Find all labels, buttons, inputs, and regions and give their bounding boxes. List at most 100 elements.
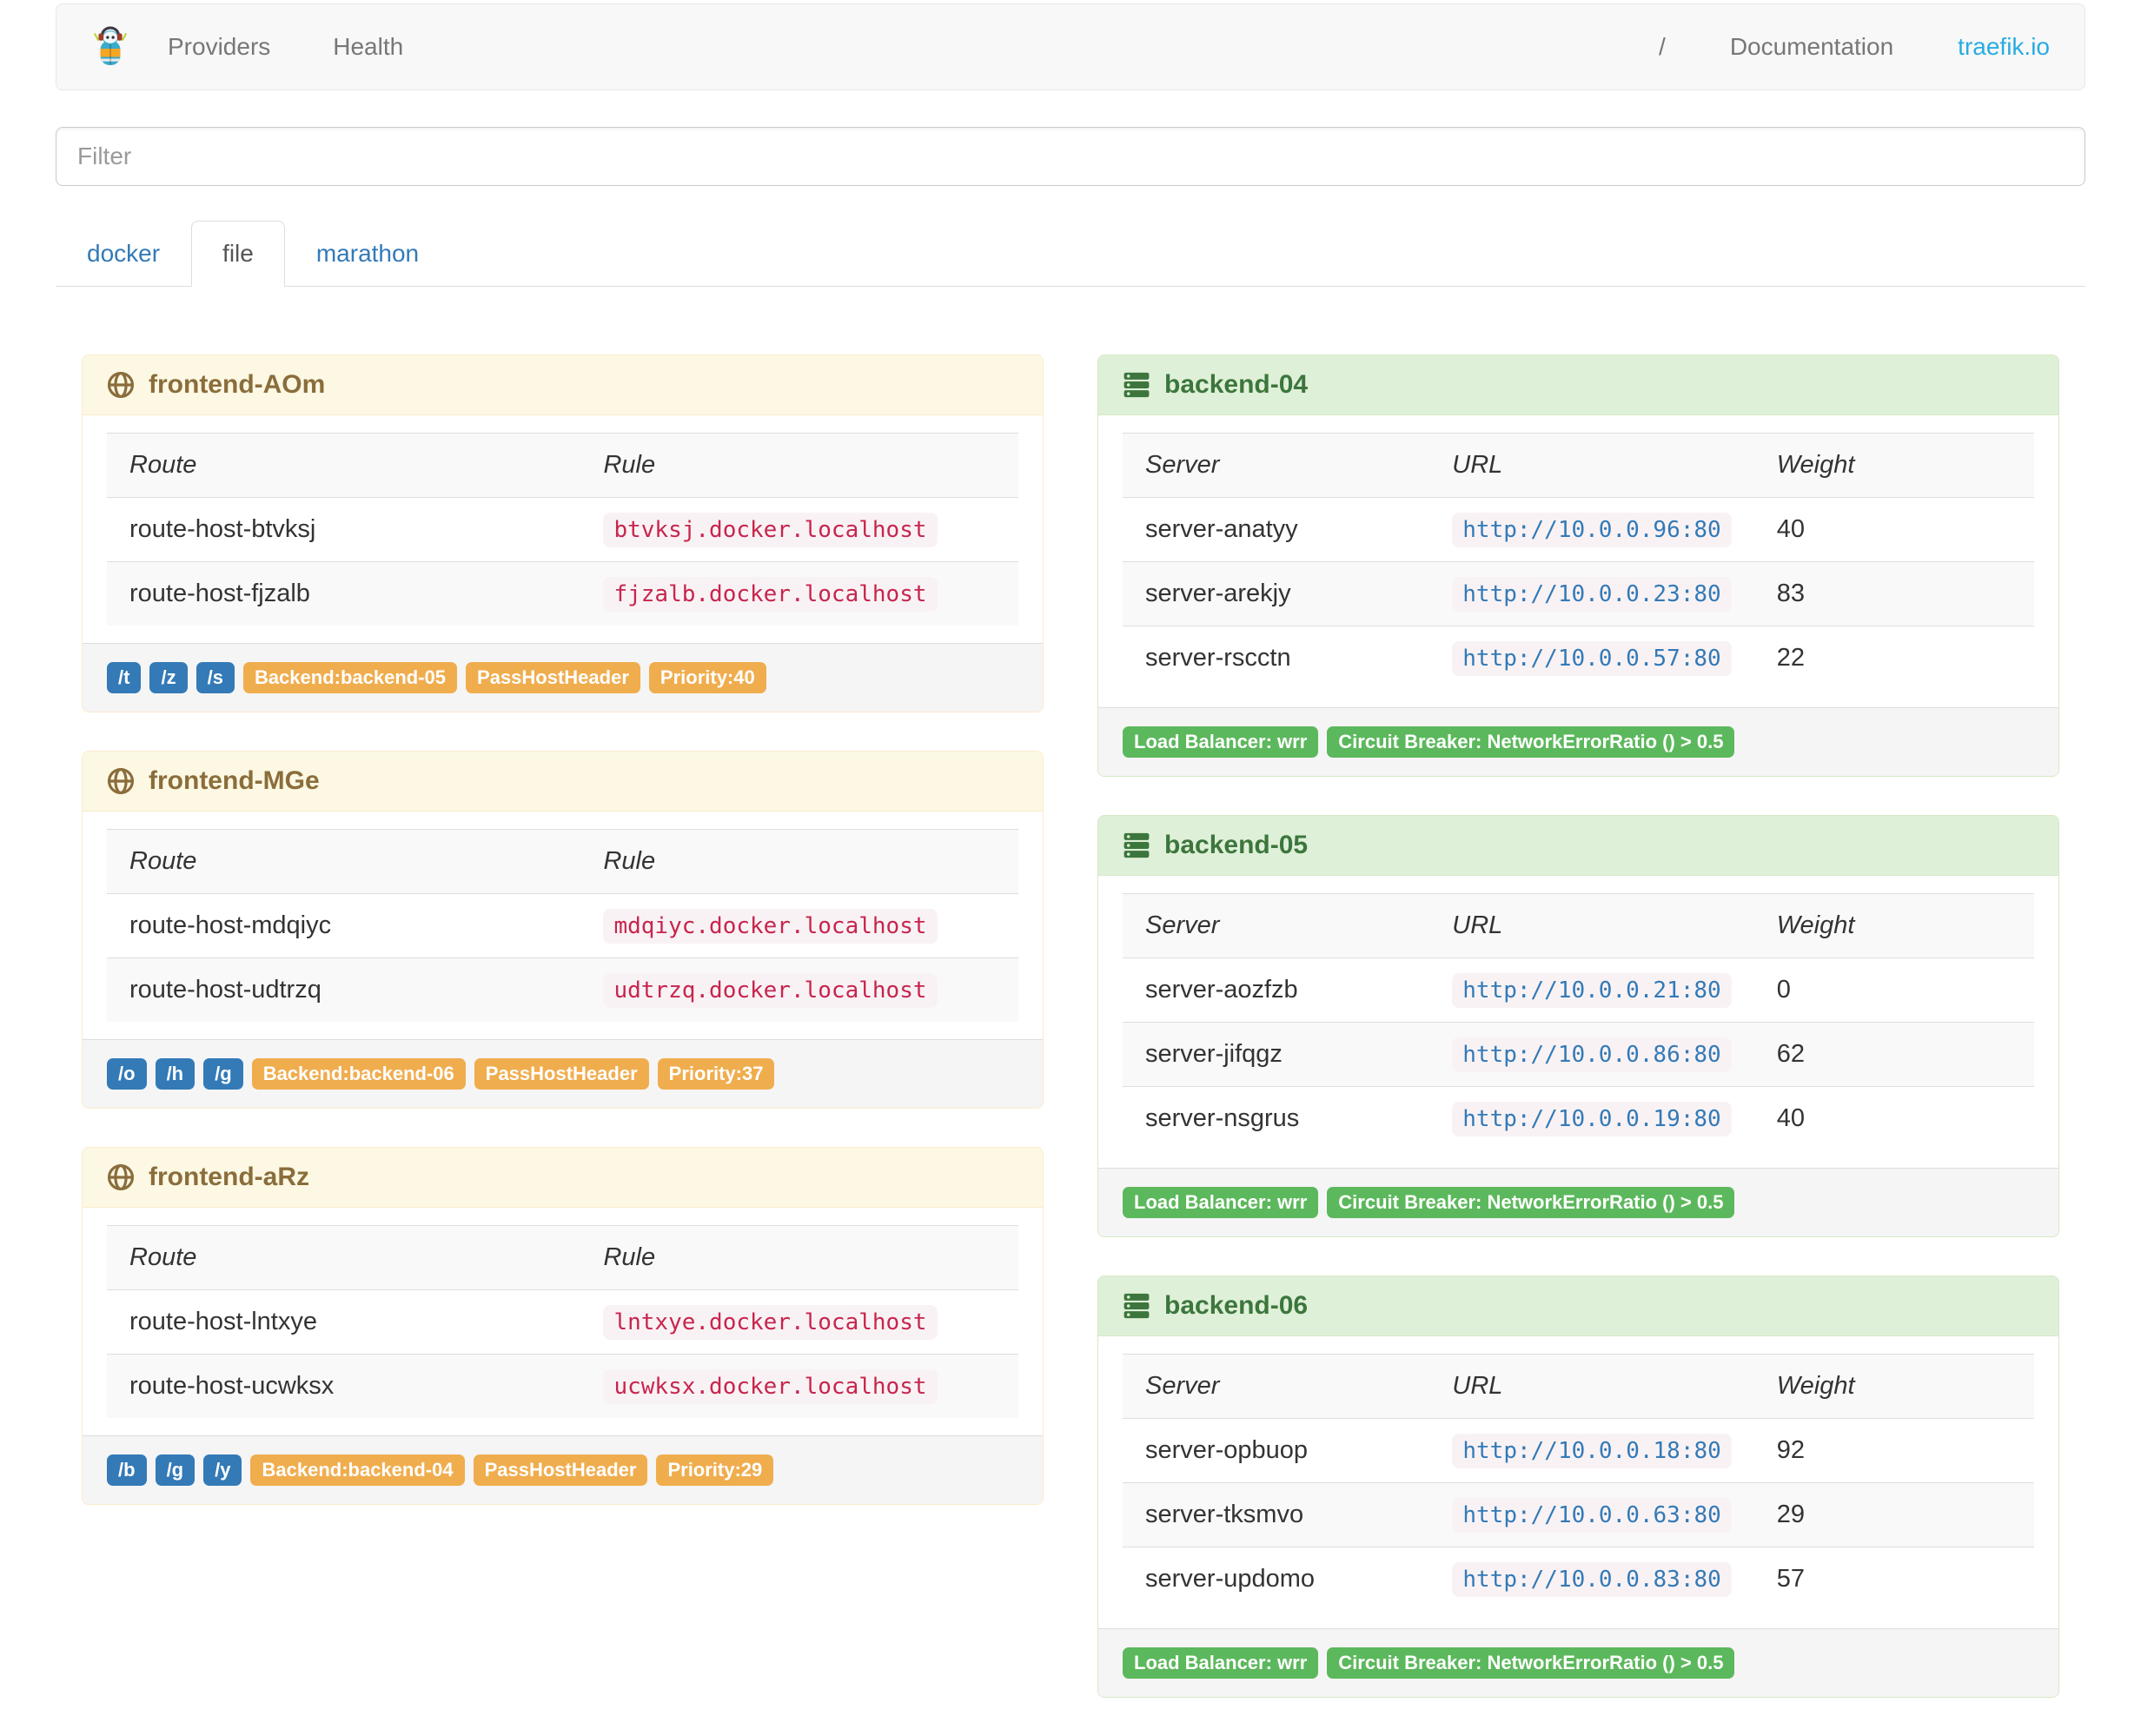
frontend-card-footer: /t /z /s Backend:backend-05 PassHostHead… — [83, 643, 1043, 712]
route-name: route-host-btvksj — [129, 515, 316, 543]
column-header-url: URL — [1429, 433, 1754, 498]
server-weight: 83 — [1753, 561, 2034, 626]
column-header-server: Server — [1123, 893, 1430, 958]
table-row: route-host-mdqiyc mdqiyc.docker.localhos… — [107, 894, 1018, 958]
tab-marathon[interactable]: marathon — [285, 221, 450, 287]
rule-value: lntxye.docker.localhost — [603, 1305, 938, 1340]
nav-separator: / — [1659, 33, 1666, 60]
route-name: route-host-ucwksx — [107, 1354, 581, 1418]
server-name: server-rscctn — [1123, 626, 1430, 690]
entrypoint-badge: /g — [203, 1058, 243, 1090]
column-header-route: Route — [107, 829, 581, 894]
server-url[interactable]: http://10.0.0.63:80 — [1452, 1498, 1732, 1533]
routes-table: Route Rule route-host-btvksj btvksj.dock… — [107, 433, 1018, 626]
frontend-card-footer: /b /g /y Backend:backend-04 PassHostHead… — [83, 1435, 1043, 1504]
frontend-name: frontend-aRz — [149, 1163, 309, 1191]
server-url[interactable]: http://10.0.0.57:80 — [1452, 641, 1732, 676]
server-weight: 92 — [1776, 1436, 1806, 1464]
nav-link-health[interactable]: Health — [333, 33, 403, 61]
server-name: server-aozfzb — [1145, 976, 1298, 1004]
load-balancer-badge: Load Balancer: wrr — [1123, 1187, 1319, 1218]
rule-value: btvksj.docker.localhost — [603, 513, 938, 547]
nav-link-providers[interactable]: Providers — [168, 33, 270, 61]
table-row: server-arekjy http://10.0.0.23:80 83 — [1123, 561, 2034, 626]
server-url[interactable]: http://10.0.0.18:80 — [1452, 1434, 1732, 1468]
routes-table: Route Rule route-host-mdqiyc mdqiyc.dock… — [107, 829, 1018, 1022]
server-name: server-arekjy — [1123, 561, 1430, 626]
table-row: server-aozfzb http://10.0.0.21:80 0 — [1123, 958, 2034, 1023]
backend-card-header: backend-04 — [1098, 355, 2058, 415]
server-name: server-anatyy — [1145, 515, 1298, 543]
priority-badge: Priority:40 — [648, 662, 766, 693]
backend-card-header: backend-05 — [1098, 816, 2058, 876]
table-row: server-anatyy http://10.0.0.96:80 40 — [1123, 498, 2034, 562]
entrypoint-badge: /h — [155, 1058, 196, 1090]
nav-link-traefik-io[interactable]: traefik.io — [1958, 33, 2050, 61]
column-header-rule: Rule — [580, 1225, 1018, 1290]
server-url[interactable]: http://10.0.0.83:80 — [1452, 1562, 1732, 1597]
server-url[interactable]: http://10.0.0.21:80 — [1452, 973, 1732, 1008]
server-name: server-opbuop — [1145, 1436, 1308, 1464]
backends-column: backend-04 Server URL Weight server-anat… — [1097, 354, 2059, 1736]
backend-card-body: Server URL Weight server-anatyy http://1… — [1098, 415, 2058, 707]
server-weight: 29 — [1753, 1482, 2034, 1547]
traefik-logo-icon[interactable] — [91, 26, 129, 68]
entrypoint-badge: /s — [196, 662, 235, 693]
server-name: server-nsgrus — [1123, 1086, 1430, 1150]
rule-value: udtrzq.docker.localhost — [603, 973, 938, 1008]
backend-badge: Backend:backend-04 — [250, 1454, 465, 1486]
rule-value: fjzalb.docker.localhost — [603, 577, 938, 612]
traefik-mascot-icon — [93, 26, 128, 65]
server-url[interactable]: http://10.0.0.96:80 — [1452, 513, 1732, 547]
circuit-breaker-badge: Circuit Breaker: NetworkErrorRatio () > … — [1327, 726, 1735, 758]
table-row: route-host-btvksj btvksj.docker.localhos… — [107, 498, 1018, 562]
server-weight: 0 — [1776, 976, 1791, 1004]
server-url[interactable]: http://10.0.0.19:80 — [1452, 1102, 1732, 1136]
passhostheader-badge: PassHostHeader — [466, 662, 640, 693]
column-header-weight: Weight — [1753, 893, 2034, 958]
frontend-card-header: frontend-aRz — [83, 1148, 1043, 1208]
tab-file[interactable]: file — [191, 221, 285, 287]
server-url[interactable]: http://10.0.0.23:80 — [1452, 577, 1732, 612]
filter-bar — [56, 127, 2085, 186]
entrypoint-badge: /g — [155, 1454, 196, 1486]
passhostheader-badge: PassHostHeader — [473, 1454, 648, 1486]
nav-link-documentation[interactable]: Documentation — [1730, 33, 1893, 61]
tab-docker[interactable]: docker — [56, 221, 191, 287]
backend-name: backend-06 — [1164, 1291, 1309, 1320]
frontend-name: frontend-MGe — [149, 766, 320, 795]
passhostheader-badge: PassHostHeader — [474, 1058, 649, 1090]
frontend-card-body: Route Rule route-host-mdqiyc mdqiyc.dock… — [83, 812, 1043, 1039]
table-row: server-opbuop http://10.0.0.18:80 92 — [1123, 1419, 2034, 1483]
provider-tabs: docker file marathon — [56, 221, 2085, 287]
table-row: route-host-udtrzq udtrzq.docker.localhos… — [107, 957, 1018, 1022]
server-weight: 40 — [1753, 1086, 2034, 1150]
frontend-card-header: frontend-AOm — [83, 355, 1043, 415]
page-container: Providers Health / Documentation traefik… — [0, 3, 2141, 1736]
route-name: route-host-lntxye — [129, 1308, 317, 1335]
server-name: server-jifqgz — [1123, 1022, 1430, 1087]
table-row: route-host-ucwksx ucwksx.docker.localhos… — [107, 1354, 1018, 1418]
column-header-rule: Rule — [580, 433, 1018, 498]
load-balancer-badge: Load Balancer: wrr — [1123, 1647, 1319, 1679]
table-row: route-host-fjzalb fjzalb.docker.localhos… — [107, 561, 1018, 626]
table-row: server-jifqgz http://10.0.0.86:80 62 — [1123, 1022, 2034, 1087]
route-name: route-host-fjzalb — [107, 561, 581, 626]
column-header-server: Server — [1123, 433, 1430, 498]
globe-icon — [107, 767, 135, 795]
server-url[interactable]: http://10.0.0.86:80 — [1452, 1037, 1732, 1072]
table-row: server-updomo http://10.0.0.83:80 57 — [1123, 1547, 2034, 1611]
backend-card-body: Server URL Weight server-opbuop http://1… — [1098, 1336, 2058, 1628]
route-name: route-host-mdqiyc — [129, 911, 332, 939]
table-row: server-rscctn http://10.0.0.57:80 22 — [1123, 626, 2034, 690]
server-icon — [1123, 1292, 1150, 1320]
route-name: route-host-udtrzq — [107, 957, 581, 1022]
circuit-breaker-badge: Circuit Breaker: NetworkErrorRatio () > … — [1327, 1647, 1735, 1679]
frontends-column: frontend-AOm Route Rule route-host-btvks… — [82, 354, 1044, 1543]
backend-name: backend-05 — [1164, 831, 1309, 859]
circuit-breaker-badge: Circuit Breaker: NetworkErrorRatio () > … — [1327, 1187, 1735, 1218]
entrypoint-badge: /z — [149, 662, 188, 693]
backend-card-04: backend-04 Server URL Weight server-anat… — [1097, 354, 2059, 777]
filter-input[interactable] — [56, 127, 2085, 186]
column-header-rule: Rule — [580, 829, 1018, 894]
